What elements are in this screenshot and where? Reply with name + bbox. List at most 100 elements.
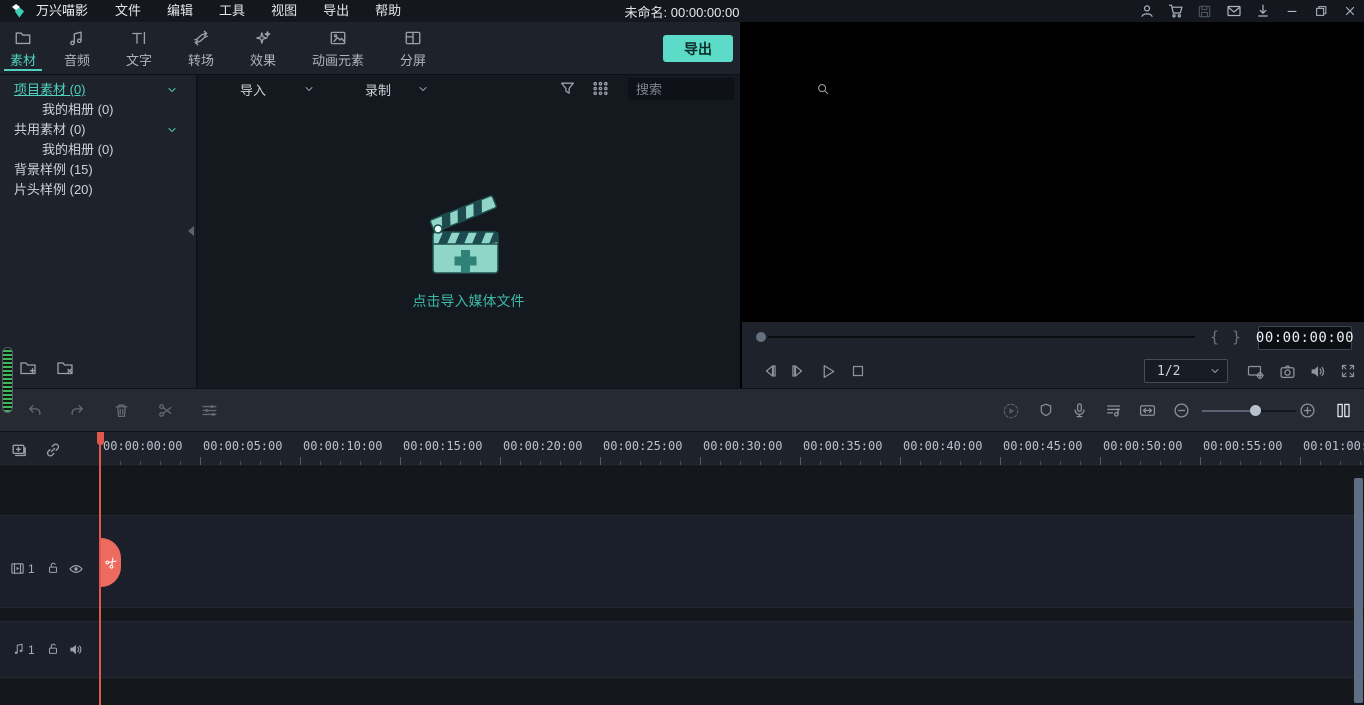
menu-view[interactable]: 视图 bbox=[258, 0, 310, 22]
timeline-vertical-scrollbar[interactable] bbox=[1354, 478, 1363, 703]
add-folder-icon[interactable] bbox=[18, 358, 38, 378]
minimize-button[interactable] bbox=[1277, 0, 1306, 22]
ruler-timestamp: 00:00:10:00 bbox=[303, 439, 382, 453]
ruler-tick bbox=[1240, 461, 1241, 465]
collapse-sidebar-arrow[interactable] bbox=[188, 226, 194, 236]
video-track-lane[interactable] bbox=[0, 515, 1364, 608]
video-canvas[interactable] bbox=[742, 22, 1364, 322]
search-input[interactable] bbox=[628, 82, 816, 97]
split-scissors-icon[interactable] bbox=[157, 402, 174, 419]
import-button[interactable]: 导入 bbox=[240, 80, 266, 99]
video-track-lock-icon[interactable] bbox=[46, 561, 60, 575]
ruler-timestamp: 00:00:00:00 bbox=[103, 439, 182, 453]
menu-help[interactable]: 帮助 bbox=[362, 0, 414, 22]
video-track-icon bbox=[10, 561, 25, 576]
ruler-tick bbox=[1280, 461, 1281, 465]
menu-edit[interactable]: 编辑 bbox=[154, 0, 206, 22]
render-preview-icon[interactable] bbox=[1002, 402, 1020, 420]
audio-track-lane[interactable] bbox=[0, 621, 1364, 678]
tab-media[interactable]: 素材 bbox=[0, 22, 46, 74]
scrubber-track[interactable] bbox=[768, 336, 1195, 338]
tab-effects[interactable]: 效果 bbox=[232, 22, 294, 74]
snapshot-camera-icon[interactable] bbox=[1279, 363, 1296, 380]
zoom-in-icon[interactable] bbox=[1299, 402, 1316, 419]
ruler-tick bbox=[1180, 461, 1181, 465]
audio-mixer-icon[interactable] bbox=[1105, 402, 1122, 419]
play-button[interactable] bbox=[820, 363, 837, 380]
ruler-tick bbox=[220, 461, 221, 465]
timeline-tracks: 1 1 bbox=[0, 467, 1364, 705]
import-media-dropzone[interactable]: 点击导入媒体文件 bbox=[197, 183, 740, 311]
zoom-out-icon[interactable] bbox=[1173, 402, 1190, 419]
playhead-head[interactable] bbox=[97, 432, 104, 445]
fullscreen-icon[interactable] bbox=[1340, 363, 1356, 379]
timeline-corner bbox=[0, 432, 100, 467]
fit-timeline-icon[interactable] bbox=[1139, 402, 1156, 419]
tab-transitions[interactable]: 转场 bbox=[170, 22, 232, 74]
marker-icon[interactable] bbox=[1038, 402, 1054, 418]
zoom-slider-handle[interactable] bbox=[1250, 405, 1261, 416]
level-indicator[interactable] bbox=[2, 347, 13, 413]
ruler-tick bbox=[1100, 457, 1101, 465]
sidebar-item-my-album-1[interactable]: 我的相册 (0) bbox=[0, 100, 196, 120]
cart-icon[interactable] bbox=[1161, 0, 1190, 22]
redo-icon[interactable] bbox=[69, 402, 86, 419]
stop-button[interactable] bbox=[850, 363, 866, 379]
search-icon[interactable] bbox=[816, 82, 830, 96]
timeline-ruler[interactable]: 00:00:00:0000:00:05:0000:00:10:0000:00:1… bbox=[0, 432, 1364, 467]
sidebar-item-project-media[interactable]: 项目素材 (0) bbox=[0, 80, 196, 100]
mark-out-icon[interactable]: } bbox=[1232, 328, 1241, 346]
add-track-icon[interactable] bbox=[10, 441, 28, 459]
user-account-icon[interactable] bbox=[1132, 0, 1161, 22]
menu-app-name[interactable]: 万兴喵影 bbox=[34, 0, 102, 22]
adjust-settings-icon[interactable] bbox=[201, 402, 218, 419]
close-button[interactable] bbox=[1335, 0, 1364, 22]
mark-in-icon[interactable]: { bbox=[1210, 328, 1219, 346]
audio-track-lock-icon[interactable] bbox=[46, 642, 60, 656]
audio-track-number: 1 bbox=[28, 643, 35, 657]
chevron-down-icon[interactable] bbox=[166, 84, 178, 96]
preview-timecode[interactable]: 00:00:00:00 bbox=[1258, 326, 1352, 350]
restore-button[interactable] bbox=[1306, 0, 1335, 22]
media-panel: 导入 录制 bbox=[197, 75, 740, 388]
sidebar-item-background-samples[interactable]: 背景样例 (15) bbox=[0, 160, 196, 180]
tab-elements[interactable]: 动画元素 bbox=[294, 22, 382, 74]
undo-icon[interactable] bbox=[26, 402, 43, 419]
sidebar-item-shared-media[interactable]: 共用素材 (0) bbox=[0, 120, 196, 140]
export-button[interactable]: 导出 bbox=[663, 35, 733, 62]
previous-frame-button[interactable] bbox=[762, 363, 778, 379]
playback-quality-select[interactable]: 1/2 bbox=[1144, 359, 1228, 383]
audio-track-mute-icon[interactable] bbox=[68, 642, 83, 657]
delete-icon[interactable] bbox=[113, 402, 130, 419]
dual-panel-icon[interactable] bbox=[1335, 402, 1352, 419]
ruler-tick bbox=[1160, 461, 1161, 465]
volume-icon[interactable] bbox=[1309, 363, 1326, 380]
import-chevron-icon[interactable] bbox=[303, 83, 315, 95]
tab-text[interactable]: 文字 bbox=[108, 22, 170, 74]
tab-audio[interactable]: 音频 bbox=[46, 22, 108, 74]
display-settings-icon[interactable] bbox=[1247, 363, 1265, 381]
filter-icon[interactable] bbox=[559, 80, 576, 97]
record-chevron-icon[interactable] bbox=[417, 83, 429, 95]
menu-tools[interactable]: 工具 bbox=[206, 0, 258, 22]
grid-view-icon[interactable] bbox=[592, 80, 609, 97]
sidebar-item-intro-samples[interactable]: 片头样例 (20) bbox=[0, 180, 196, 200]
chevron-down-icon[interactable] bbox=[166, 124, 178, 136]
ruler-tick bbox=[1300, 457, 1301, 465]
sidebar-item-my-album-2[interactable]: 我的相册 (0) bbox=[0, 140, 196, 160]
record-button[interactable]: 录制 bbox=[365, 80, 391, 99]
menu-export[interactable]: 导出 bbox=[310, 0, 362, 22]
video-track-visibility-icon[interactable] bbox=[68, 561, 84, 577]
next-frame-button[interactable] bbox=[790, 363, 806, 379]
save-icon[interactable] bbox=[1190, 0, 1219, 22]
scrubber-handle[interactable] bbox=[756, 332, 766, 342]
titlebar: 万兴喵影 文件 编辑 工具 视图 导出 帮助 未命名: 00:00:00:00 bbox=[0, 0, 1364, 22]
mail-icon[interactable] bbox=[1219, 0, 1248, 22]
menu-file[interactable]: 文件 bbox=[102, 0, 154, 22]
timeline-zoom-slider[interactable] bbox=[1202, 409, 1296, 413]
voiceover-mic-icon[interactable] bbox=[1071, 402, 1088, 419]
delete-folder-icon[interactable] bbox=[55, 358, 75, 378]
link-icon[interactable] bbox=[44, 441, 62, 459]
download-icon[interactable] bbox=[1248, 0, 1277, 22]
tab-split-screen[interactable]: 分屏 bbox=[382, 22, 444, 74]
